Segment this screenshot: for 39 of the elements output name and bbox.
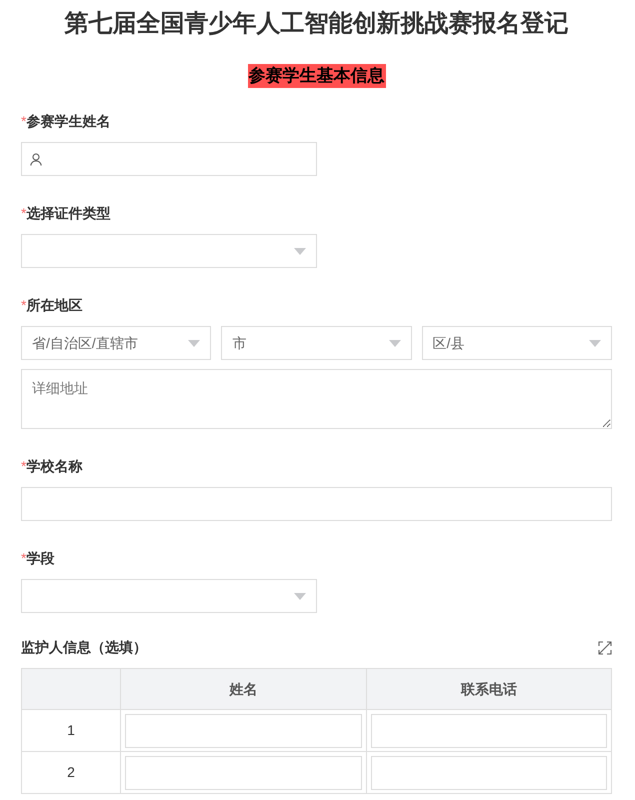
text-input-field[interactable] — [21, 487, 612, 521]
select-placeholder: 市 — [232, 334, 246, 352]
address-textarea[interactable]: 详细地址 — [21, 369, 612, 429]
dropdown-caret-icon — [294, 592, 306, 600]
expand-icon[interactable] — [598, 640, 612, 654]
table-input-field[interactable] — [370, 756, 607, 790]
required-mark: * — [21, 204, 26, 223]
select-field[interactable] — [21, 234, 317, 268]
select-placeholder: 区/县 — [432, 334, 465, 352]
dropdown-caret-icon — [294, 248, 306, 254]
dropdown-caret-icon — [388, 340, 401, 346]
select-field[interactable] — [21, 579, 317, 613]
field-label: 学校名称 — [26, 457, 82, 476]
row-number: 2 — [22, 752, 120, 794]
table-input-field[interactable] — [125, 756, 362, 790]
required-mark: * — [21, 296, 26, 315]
field-label: 选择证件类型 — [26, 204, 110, 223]
person-icon — [30, 152, 42, 166]
page-title: 第七届全国青少年人工智能创新挑战赛报名登记 — [64, 9, 570, 39]
table-input-field[interactable] — [125, 714, 362, 748]
section-heading: 参赛学生基本信息 — [248, 64, 386, 88]
field-label: 学段 — [26, 549, 54, 568]
section-label: 监护人信息（选填） — [21, 638, 147, 657]
row-number: 1 — [22, 710, 120, 752]
required-mark: * — [21, 112, 26, 131]
dropdown-caret-icon — [588, 340, 601, 346]
field-label: 参赛学生姓名 — [26, 112, 110, 131]
required-mark: * — [21, 549, 26, 568]
column-header: 姓名 — [120, 668, 366, 710]
field-label: 所在地区 — [26, 296, 82, 315]
table-input-field[interactable] — [370, 714, 607, 748]
select-field[interactable]: 省/自治区/直辖市 — [21, 326, 212, 360]
text-input-field[interactable] — [21, 142, 317, 176]
select-placeholder: 省/自治区/直辖市 — [32, 334, 138, 352]
select-field[interactable]: 市 — [221, 326, 412, 360]
dropdown-caret-icon — [188, 340, 200, 346]
select-field[interactable]: 区/县 — [422, 326, 612, 360]
required-mark: * — [21, 457, 26, 476]
column-header: 联系电话 — [366, 668, 612, 710]
